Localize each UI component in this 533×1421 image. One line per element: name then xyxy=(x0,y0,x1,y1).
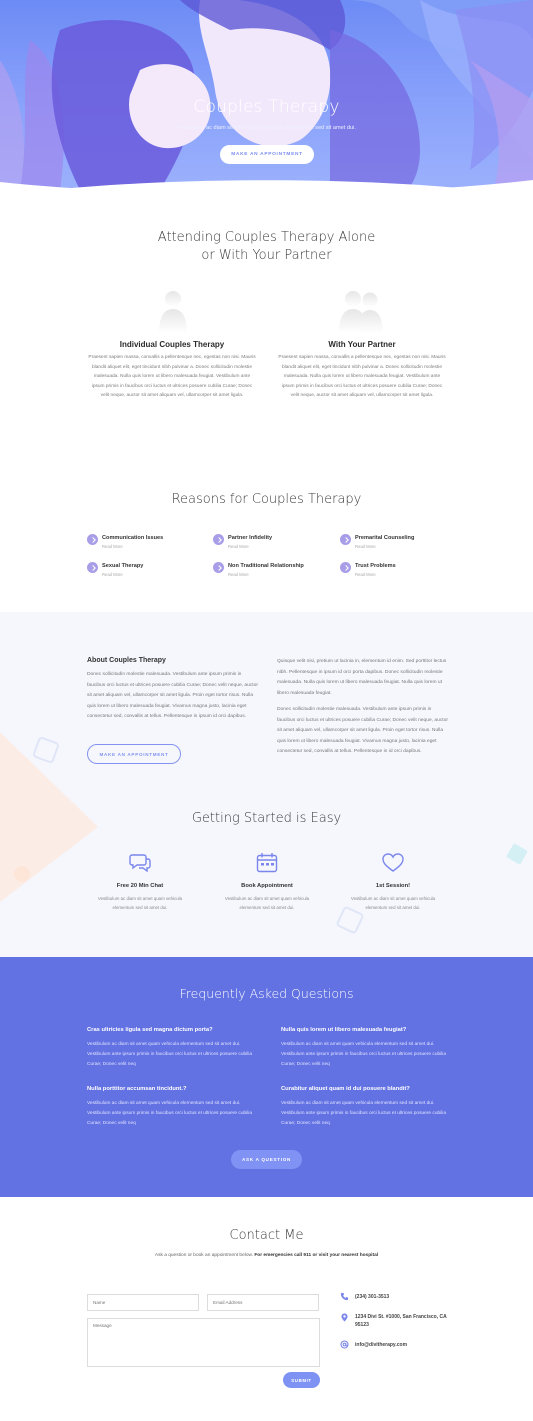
heart-icon xyxy=(382,853,404,872)
read-more-link[interactable]: Read More xyxy=(102,544,123,549)
step-text: Vestibulum ac diam sit amet quam vehicul… xyxy=(350,896,436,910)
contact-title: Contact Me xyxy=(229,1228,304,1243)
ask-question-button[interactable]: ASK A QUESTION xyxy=(231,1150,302,1169)
faq-question: Cras ultricies ligula sed magna dictum p… xyxy=(87,1027,213,1033)
reason-label: Non Traditional Relationship xyxy=(228,563,304,569)
reasons-title: Reasons for Couples Therapy xyxy=(171,492,362,507)
read-more-link[interactable]: Read More xyxy=(355,544,376,549)
individual-therapy-title: Individual Couples Therapy xyxy=(119,340,225,349)
email-icon xyxy=(340,1340,349,1349)
contact-subtitle-plain: Ask a question or book an appointment be… xyxy=(154,1253,254,1258)
faq-question: Nulla porttitor accumsan tincidunt.? xyxy=(87,1086,187,1092)
reason-label: Premarital Counseling xyxy=(355,535,415,541)
hero-title: Couples Therapy xyxy=(193,97,340,117)
hero-section: Couples Therapy Vestibulum ac diam sit a… xyxy=(0,0,533,196)
contact-address: 1234 Divi St. #1000, San Francisco, CA 9… xyxy=(355,1314,447,1328)
location-pin-icon xyxy=(341,1313,348,1322)
attending-title-line2: or With Your Partner xyxy=(201,248,332,263)
contact-email[interactable]: info@divitherapy.com xyxy=(355,1341,407,1349)
faq-answer: Vestibulum ac diam sit amet quam vehicul… xyxy=(281,1101,447,1126)
email-field[interactable] xyxy=(207,1294,319,1311)
couple-people-icon xyxy=(339,291,383,333)
contact-subtitle-emergency: For emergencies call 911 or visit your n… xyxy=(254,1253,379,1258)
faq-answer: Vestibulum ac diam sit amet quam vehicul… xyxy=(87,1042,253,1067)
name-field[interactable] xyxy=(87,1294,199,1311)
message-field[interactable] xyxy=(87,1318,320,1367)
step-text: Vestibulum ac diam sit amet quam vehicul… xyxy=(224,896,310,910)
attending-title-line1: Attending Couples Therapy Alone xyxy=(157,230,376,245)
read-more-link[interactable]: Read More xyxy=(228,544,249,549)
faq-answer: Vestibulum ac diam sit amet quam vehicul… xyxy=(87,1101,253,1126)
about-title: About Couples Therapy xyxy=(87,657,166,664)
about-paragraph-2: Quisque velit nisi, pretium ut lacinia i… xyxy=(277,659,447,696)
reason-label: Partner Infidelity xyxy=(228,535,273,541)
faq-title: Frequently Asked Questions xyxy=(179,986,354,1001)
reason-label: Trust Problems xyxy=(355,563,396,569)
chevron-right-icon xyxy=(213,562,224,573)
about-paragraph-3: Donec sollicitudin molestie malesuada. V… xyxy=(277,707,448,754)
calendar-icon xyxy=(256,853,278,873)
reason-label: Communication Issues xyxy=(102,535,164,541)
about-paragraph-1: Donec sollicitudin molestie malesuada. V… xyxy=(87,672,258,719)
read-more-link[interactable]: Read More xyxy=(355,572,376,577)
chevron-right-icon xyxy=(87,562,98,573)
with-partner-text: Praesent sapien massa, convallis a pelle… xyxy=(278,355,446,398)
reason-label: Sexual Therapy xyxy=(102,563,144,569)
chevron-right-icon xyxy=(87,534,98,545)
about-appointment-button[interactable]: MAKE AN APPOINTMENT xyxy=(87,744,181,764)
contact-subtitle: Ask a question or book an appointment be… xyxy=(150,1251,383,1261)
hero-appointment-button[interactable]: MAKE AN APPOINTMENT xyxy=(220,145,314,164)
contact-phone[interactable]: (234) 301-3513 xyxy=(355,1293,389,1301)
chevron-right-icon xyxy=(340,534,351,545)
faq-answer: Vestibulum ac diam sit amet quam vehicul… xyxy=(281,1042,447,1067)
step-title: 1st Session! xyxy=(375,883,411,889)
hero-subtitle: Vestibulum ac diam sit amet quam vehicul… xyxy=(177,125,356,131)
phone-icon xyxy=(340,1292,349,1301)
single-person-icon xyxy=(159,291,187,333)
read-more-link[interactable]: Read More xyxy=(228,572,249,577)
faq-question: Curabitur aliquet quam id dui posuere bl… xyxy=(281,1086,410,1092)
submit-button[interactable]: SUBMIT xyxy=(283,1372,320,1388)
with-partner-title: With Your Partner xyxy=(328,340,396,349)
individual-therapy-text: Praesent sapien massa, convallis a pelle… xyxy=(88,355,256,398)
getting-started-title: Getting Started is Easy xyxy=(191,811,342,826)
faq-question: Nulla quis lorem ut libero malesuada feu… xyxy=(281,1027,407,1033)
chevron-right-icon xyxy=(340,562,351,573)
step-text: Vestibulum ac diam sit amet quam vehicul… xyxy=(97,896,183,910)
chevron-right-icon xyxy=(213,534,224,545)
read-more-link[interactable]: Read More xyxy=(102,572,123,577)
chat-icon xyxy=(129,854,151,872)
step-title: Free 20 Min Chat xyxy=(116,883,164,889)
attending-title: Attending Couples Therapy Alone or With … xyxy=(0,229,533,265)
step-title: Book Appointment xyxy=(241,883,293,889)
